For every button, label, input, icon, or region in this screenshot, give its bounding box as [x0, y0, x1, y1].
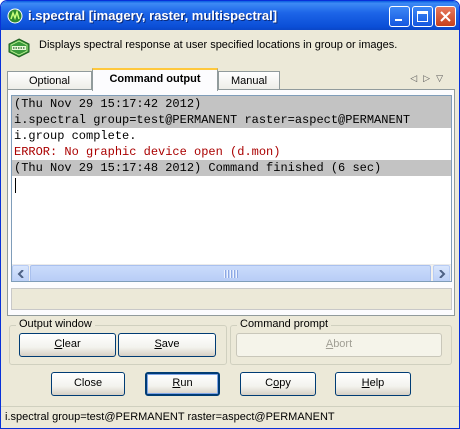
chevron-left-icon	[17, 270, 24, 278]
output-window-group: Output window Clear Save	[9, 318, 227, 365]
run-button[interactable]: Run	[145, 372, 220, 396]
save-button[interactable]: Save	[118, 333, 216, 357]
title-bar[interactable]: i.spectral [imagery, raster, multispectr…	[1, 1, 459, 30]
progress-bar	[11, 288, 452, 310]
close-icon	[440, 11, 451, 22]
command-prompt-group: Command prompt Abort	[230, 318, 452, 365]
tab-command-output[interactable]: Command output	[92, 68, 218, 91]
close-window-button[interactable]	[435, 6, 456, 27]
minimize-icon	[395, 19, 402, 21]
status-bar: i.spectral group=test@PERMANENT raster=a…	[1, 406, 459, 428]
module-description: Displays spectral response at user speci…	[39, 39, 398, 51]
abort-button[interactable]: Abort	[236, 333, 442, 357]
window-title: i.spectral [imagery, raster, multispectr…	[28, 8, 278, 23]
output-textarea[interactable]: (Thu Nov 29 15:17:42 2012) i.spectral gr…	[11, 95, 452, 282]
grass-app-icon	[7, 8, 23, 24]
grass-logo-icon	[8, 38, 30, 58]
output-window-label: Output window	[16, 318, 95, 330]
copy-button[interactable]: Copy	[240, 372, 316, 396]
notebook-tabs: Optional Command output Manual ◁▷▽	[7, 68, 453, 91]
scrollbar-thumb[interactable]	[30, 265, 431, 281]
output-line: i.spectral group=test@PERMANENT raster=a…	[12, 112, 451, 128]
app-window: i.spectral [imagery, raster, multispectr…	[0, 0, 460, 429]
output-line: (Thu Nov 29 15:17:42 2012)	[12, 96, 451, 112]
maximize-icon	[417, 11, 428, 22]
maximize-button[interactable]	[412, 6, 433, 27]
output-error-line: ERROR: No graphic device open (d.mon)	[14, 145, 281, 159]
chevron-right-icon	[439, 270, 446, 278]
command-prompt-label: Command prompt	[237, 318, 332, 330]
output-line: i.group complete.	[14, 129, 137, 143]
scroll-left-button[interactable]	[12, 265, 29, 281]
tab-optional[interactable]: Optional	[7, 71, 92, 91]
scrollbar-grip	[224, 270, 238, 278]
command-output-pane: (Thu Nov 29 15:17:42 2012) i.spectral gr…	[7, 89, 455, 316]
clear-button[interactable]: Clear	[19, 333, 116, 357]
output-line: (Thu Nov 29 15:17:48 2012) Command finis…	[12, 160, 451, 176]
tab-manual[interactable]: Manual	[218, 71, 280, 91]
close-button[interactable]: Close	[51, 372, 125, 396]
horizontal-scrollbar[interactable]	[12, 264, 451, 281]
minimize-button[interactable]	[389, 6, 410, 27]
help-button[interactable]: Help	[335, 372, 411, 396]
text-caret	[15, 178, 16, 193]
scroll-right-button[interactable]	[433, 265, 450, 281]
tab-scroll-arrows[interactable]: ◁▷▽	[410, 73, 449, 84]
